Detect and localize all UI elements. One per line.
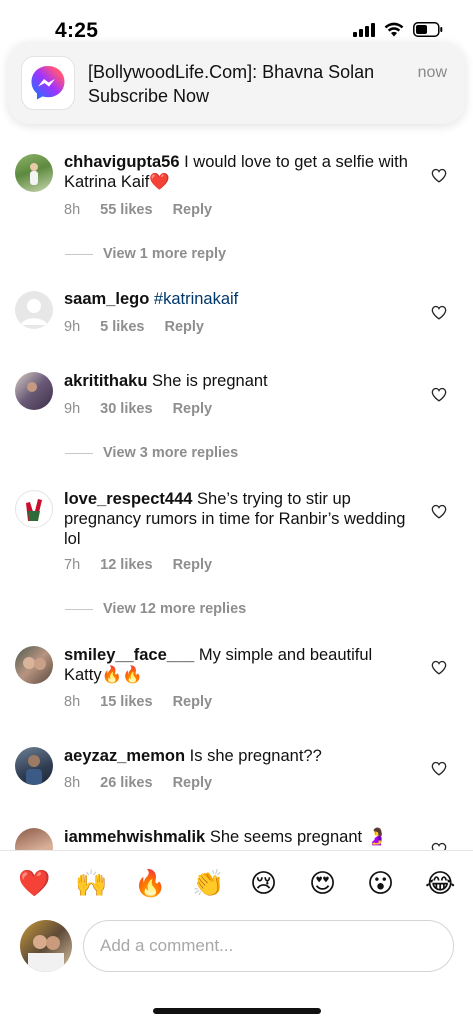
emoji-reaction-clap[interactable]: 👏 xyxy=(192,868,224,898)
emoji-reaction-fire[interactable]: 🔥 xyxy=(134,868,166,898)
comment-username[interactable]: iammehwishmalik xyxy=(64,828,205,846)
comment-input[interactable] xyxy=(83,920,454,972)
user-avatar[interactable] xyxy=(20,920,72,972)
comment-body: She seems pregnant 🤰 xyxy=(209,828,388,846)
heart-icon[interactable] xyxy=(431,842,447,850)
emoji-reaction-raised-hands[interactable]: 🙌 xyxy=(75,868,107,898)
comment-text: iammehwishmalik She seems pregnant 🤰 xyxy=(64,827,409,847)
avatar[interactable] xyxy=(15,828,53,850)
quick-reactions-bar: ❤️ 🙌 🔥 👏 😢 😍 😮 😂 xyxy=(0,850,473,916)
emoji-reaction-crying[interactable]: 😢 xyxy=(250,868,277,898)
home-indicator[interactable] xyxy=(153,1008,321,1014)
comment-composer xyxy=(0,916,473,990)
emoji-reaction-heart[interactable]: ❤️ xyxy=(18,868,50,898)
emoji-reaction-laughing[interactable]: 😂 xyxy=(425,868,455,898)
comment-item: iammehwishmalik She seems pregnant 🤰 xyxy=(0,0,473,850)
emoji-reaction-heart-eyes[interactable]: 😍 xyxy=(309,868,336,898)
emoji-reaction-surprised[interactable]: 😮 xyxy=(367,868,394,898)
